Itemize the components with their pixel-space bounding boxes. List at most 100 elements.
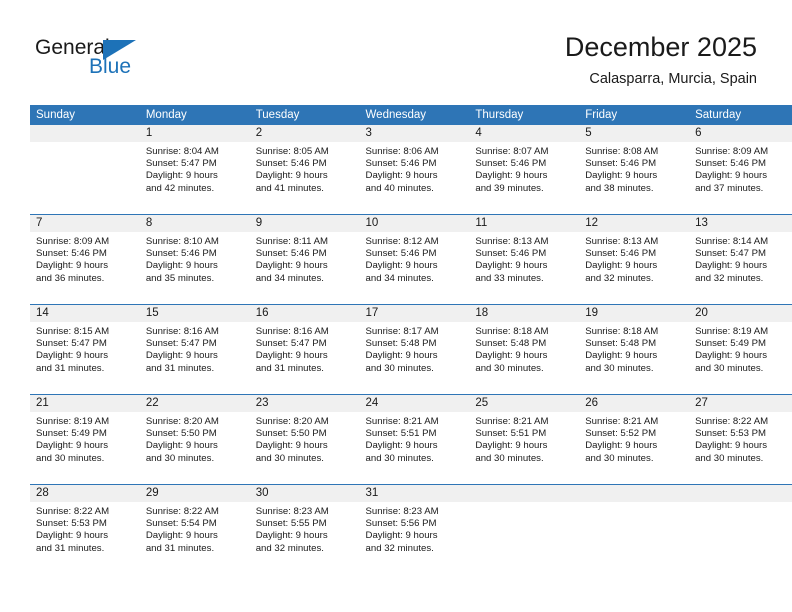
sunrise-text: Sunrise: 8:21 AM — [365, 416, 439, 427]
day-details: Sunrise: 8:09 AM Sunset: 5:46 PM Daylight:… — [30, 232, 140, 285]
calendar-day-cell[interactable]: 7 Sunrise: 8:09 AM Sunset: 5:46 PM Daylight… — [30, 214, 140, 305]
day-number: 7 — [30, 215, 140, 232]
sunset-text: Sunset: 5:46 PM — [585, 158, 657, 170]
day-number: 9 — [249, 215, 360, 232]
day-details — [469, 502, 579, 506]
general-blue-logo[interactable]: General Blue — [35, 36, 185, 88]
calendar-day-cell[interactable]: 24 Sunrise: 8:21 AM Sunset: 5:51 PM Dayligh… — [359, 394, 470, 485]
daylight-text-cont: and 34 minutes. — [255, 272, 324, 284]
day-number: 30 — [249, 485, 360, 502]
daylight-text: Daylight: 9 hours — [475, 350, 548, 362]
calendar-day-cell[interactable]: 26 Sunrise: 8:21 AM Sunset: 5:52 PM Dayligh… — [579, 394, 690, 485]
calendar-day-cell[interactable]: 6 Sunrise: 8:09 AM Sunset: 5:46 PM Daylight… — [689, 124, 792, 215]
calendar-day-cell[interactable]: 10 Sunrise: 8:12 AM Sunset: 5:46 PM Dayligh… — [359, 214, 470, 305]
calendar-day-cell[interactable]: 1 Sunrise: 8:04 AM Sunset: 5:47 PM Daylight… — [139, 124, 250, 215]
day-details: Sunrise: 8:22 AM Sunset: 5:53 PM Daylight:… — [689, 412, 792, 465]
daylight-text: Daylight: 9 hours — [36, 530, 108, 542]
logo-text-blue: Blue — [89, 55, 132, 78]
calendar-day-cell[interactable]: 16 Sunrise: 8:16 AM Sunset: 5:47 PM Dayligh… — [249, 304, 360, 395]
calendar-day-cell[interactable]: 28 Sunrise: 8:22 AM Sunset: 5:53 PM Dayligh… — [30, 484, 140, 574]
calendar-day-cell[interactable]: 13 Sunrise: 8:14 AM Sunset: 5:47 PM Dayligh… — [689, 214, 792, 305]
page-header: General Blue December 2025 Calasparra, M… — [0, 0, 792, 100]
calendar-day-cell[interactable]: 31 Sunrise: 8:23 AM Sunset: 5:56 PM Dayligh… — [359, 484, 470, 574]
calendar-grid: Sunday Monday Tuesday Wednesday Thursday Frid… — [30, 105, 792, 574]
day-number: 20 — [689, 305, 792, 322]
day-number: 23 — [249, 395, 360, 412]
calendar-day-cell[interactable]: 18 Sunrise: 8:18 AM Sunset: 5:48 PM Dayligh… — [469, 304, 580, 395]
calendar-day-cell[interactable]: 9 Sunrise: 8:11 AM Sunset: 5:46 PM Daylight… — [249, 214, 360, 305]
day-details: Sunrise: 8:10 AM Sunset: 5:46 PM Daylight:… — [140, 232, 250, 285]
sunset-text: Sunset: 5:56 PM — [365, 518, 437, 530]
sunset-text: Sunset: 5:47 PM — [695, 248, 766, 260]
calendar-day-cell[interactable]: 12 Sunrise: 8:13 AM Sunset: 5:46 PM Dayligh… — [579, 214, 690, 305]
sunrise-text: Sunrise: 8:16 AM — [255, 326, 329, 337]
sunrise-text: Sunrise: 8:13 AM — [585, 236, 659, 247]
weekday-header-friday: Friday — [579, 105, 690, 125]
calendar-day-cell[interactable]: 19 Sunrise: 8:18 AM Sunset: 5:48 PM Dayligh… — [579, 304, 690, 395]
calendar-day-cell[interactable]: 22 Sunrise: 8:20 AM Sunset: 5:50 PM Dayligh… — [139, 394, 250, 485]
daylight-text: Daylight: 9 hours — [695, 350, 768, 362]
day-details: Sunrise: 8:21 AM Sunset: 5:52 PM Daylight:… — [579, 412, 689, 465]
sunset-text: Sunset: 5:51 PM — [365, 428, 437, 440]
calendar-day-cell[interactable]: 11 Sunrise: 8:13 AM Sunset: 5:46 PM Dayligh… — [469, 214, 580, 305]
calendar-day-cell[interactable]: 14 Sunrise: 8:15 AM Sunset: 5:47 PM Dayligh… — [30, 304, 140, 395]
sunrise-text: Sunrise: 8:14 AM — [695, 236, 769, 247]
day-number: 22 — [139, 395, 250, 412]
day-details — [579, 502, 689, 506]
day-number: 29 — [139, 485, 250, 502]
sunset-text: Sunset: 5:46 PM — [585, 248, 657, 260]
sunset-text: Sunset: 5:46 PM — [145, 248, 217, 260]
calendar-day-cell[interactable]: 27 Sunrise: 8:22 AM Sunset: 5:53 PM Dayligh… — [689, 394, 792, 485]
day-number: 31 — [359, 485, 470, 502]
daylight-text: Daylight: 9 hours — [365, 530, 438, 542]
calendar-day-cell[interactable]: 3 Sunrise: 8:06 AM Sunset: 5:46 PM Daylight… — [359, 124, 470, 215]
calendar-day-cell[interactable]: 8 Sunrise: 8:10 AM Sunset: 5:46 PM Daylight… — [139, 214, 250, 305]
daylight-text-cont: and 30 minutes. — [36, 452, 105, 464]
day-number: 4 — [469, 125, 580, 142]
calendar-day-cell[interactable]: 29 Sunrise: 8:22 AM Sunset: 5:54 PM Dayligh… — [139, 484, 250, 574]
daylight-text-cont: and 38 minutes. — [585, 182, 654, 194]
sunset-text: Sunset: 5:47 PM — [145, 158, 217, 170]
calendar-day-cell[interactable]: 23 Sunrise: 8:20 AM Sunset: 5:50 PM Dayligh… — [249, 394, 360, 485]
daylight-text: Daylight: 9 hours — [145, 260, 218, 272]
sunrise-text: Sunrise: 8:21 AM — [475, 416, 549, 427]
daylight-text: Daylight: 9 hours — [255, 260, 328, 272]
calendar-day-cell[interactable]: 30 Sunrise: 8:23 AM Sunset: 5:55 PM Dayligh… — [249, 484, 360, 574]
sunrise-text: Sunrise: 8:18 AM — [585, 326, 659, 337]
calendar-day-cell[interactable]: 17 Sunrise: 8:17 AM Sunset: 5:48 PM Dayligh… — [359, 304, 470, 395]
page-title: December 2025 — [564, 32, 757, 62]
daylight-text-cont: and 32 minutes. — [365, 542, 434, 554]
day-details: Sunrise: 8:22 AM Sunset: 5:54 PM Daylight:… — [140, 502, 250, 555]
calendar-day-cell[interactable]: 4 Sunrise: 8:07 AM Sunset: 5:46 PM Daylight… — [469, 124, 580, 215]
daylight-text-cont: and 41 minutes. — [255, 182, 324, 194]
day-number: 16 — [249, 305, 360, 322]
calendar-day-cell[interactable]: 5 Sunrise: 8:08 AM Sunset: 5:46 PM Daylight… — [579, 124, 690, 215]
daylight-text: Daylight: 9 hours — [585, 440, 658, 452]
daylight-text: Daylight: 9 hours — [475, 170, 548, 182]
day-number — [469, 485, 580, 502]
calendar-day-cell[interactable]: 20 Sunrise: 8:19 AM Sunset: 5:49 PM Dayligh… — [689, 304, 792, 395]
sunset-text: Sunset: 5:46 PM — [365, 158, 437, 170]
daylight-text: Daylight: 9 hours — [365, 170, 438, 182]
daylight-text-cont: and 39 minutes. — [475, 182, 544, 194]
sunrise-text: Sunrise: 8:09 AM — [36, 236, 110, 247]
daylight-text-cont: and 42 minutes. — [145, 182, 215, 194]
sunset-text: Sunset: 5:50 PM — [255, 428, 327, 440]
sunset-text: Sunset: 5:55 PM — [255, 518, 327, 530]
daylight-text-cont: and 35 minutes. — [145, 272, 215, 284]
daylight-text: Daylight: 9 hours — [475, 260, 548, 272]
sunrise-text: Sunrise: 8:22 AM — [36, 506, 110, 517]
calendar-day-cell[interactable]: 15 Sunrise: 8:16 AM Sunset: 5:47 PM Dayligh… — [139, 304, 250, 395]
sunrise-text: Sunrise: 8:15 AM — [36, 326, 110, 337]
day-details: Sunrise: 8:20 AM Sunset: 5:50 PM Daylight:… — [140, 412, 250, 465]
calendar-day-cell[interactable]: 21 Sunrise: 8:19 AM Sunset: 5:49 PM Dayligh… — [30, 394, 140, 485]
sunrise-text: Sunrise: 8:17 AM — [365, 326, 439, 337]
daylight-text: Daylight: 9 hours — [695, 260, 768, 272]
day-number: 6 — [689, 125, 792, 142]
calendar-day-cell[interactable]: 25 Sunrise: 8:21 AM Sunset: 5:51 PM Dayligh… — [469, 394, 580, 485]
sunset-text: Sunset: 5:48 PM — [475, 338, 547, 350]
daylight-text: Daylight: 9 hours — [695, 440, 768, 452]
calendar-day-cell[interactable]: 2 Sunrise: 8:05 AM Sunset: 5:46 PM Daylight… — [249, 124, 360, 215]
sunset-text: Sunset: 5:46 PM — [36, 248, 107, 260]
daylight-text-cont: and 30 minutes. — [695, 362, 764, 374]
